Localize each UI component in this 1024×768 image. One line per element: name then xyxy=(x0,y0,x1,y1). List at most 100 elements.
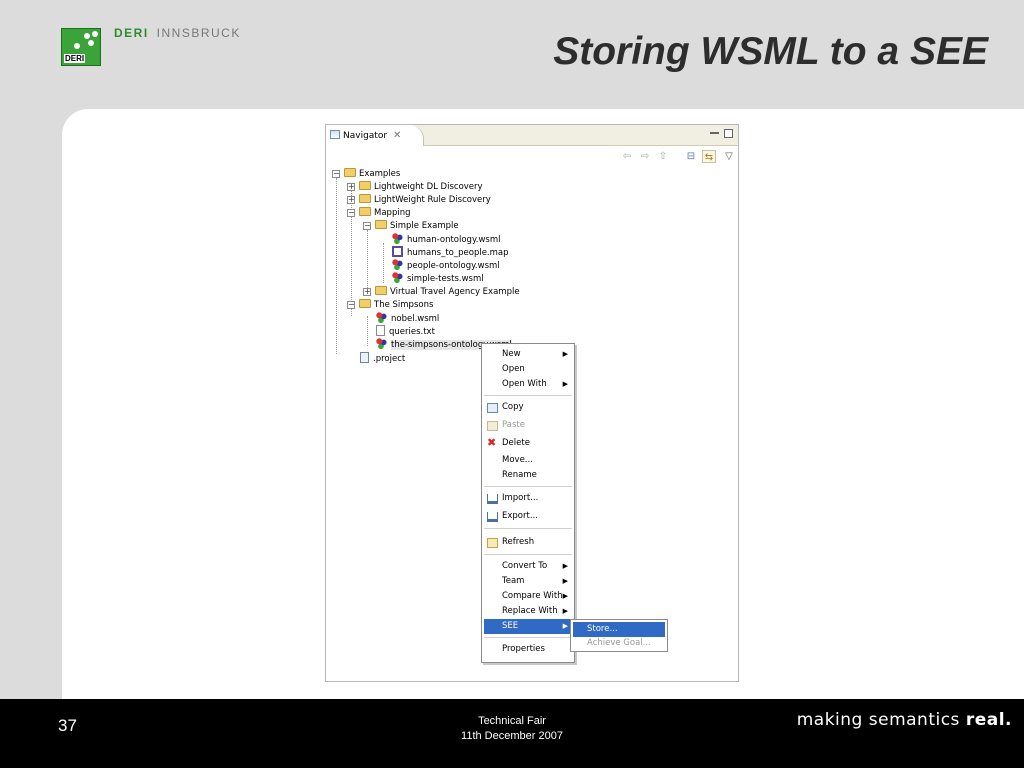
project-file-icon xyxy=(360,352,369,363)
collapse-icon[interactable]: − xyxy=(347,301,355,309)
tree-item-human-ontology[interactable]: human-ontology.wsml xyxy=(392,233,501,246)
tree-item-simple-example[interactable]: − Simple Example xyxy=(363,220,459,233)
refresh-icon xyxy=(487,538,498,548)
wsml-file-icon xyxy=(376,338,387,349)
tree-item-the-simpsons[interactable]: − The Simpsons xyxy=(347,299,433,312)
menu-item-open-with[interactable]: Open With ▶ xyxy=(484,377,572,392)
menu-item-replace-with[interactable]: Replace With ▶ xyxy=(484,604,572,619)
tagline: making semantics real. xyxy=(797,710,1012,730)
expand-icon[interactable]: + xyxy=(363,288,371,296)
tree-item-humans-to-people-map[interactable]: humans_to_people.map xyxy=(392,246,509,259)
org-primary: DERI xyxy=(114,26,149,40)
tree-item-examples[interactable]: − Examples xyxy=(332,168,400,181)
menu-item-new[interactable]: New ▶ xyxy=(484,347,572,362)
collapse-icon[interactable]: − xyxy=(363,222,371,230)
slide: DERI DERI INNSBRUCK Storing WSML to a SEE… xyxy=(0,0,1024,768)
menu-item-paste[interactable]: Paste xyxy=(484,418,572,433)
context-menu: New ▶ Open Open With ▶ Copy Paste ✖ Delete … xyxy=(481,343,575,663)
folder-icon xyxy=(375,286,387,295)
menu-item-refresh[interactable]: Refresh xyxy=(484,535,572,550)
tagline-prefix: making semantics xyxy=(796,710,960,730)
submenu-arrow-icon: ▶ xyxy=(562,607,568,615)
tab-navigator-label: Navigator xyxy=(343,131,388,141)
export-icon xyxy=(487,512,498,522)
menu-item-team[interactable]: Team ▶ xyxy=(484,574,572,589)
menu-item-achieve-goal[interactable]: Achieve Goal... xyxy=(573,636,665,651)
menu-separator xyxy=(484,637,572,638)
project-icon xyxy=(344,168,356,177)
tree-item-people-ontology[interactable]: people-ontology.wsml xyxy=(392,259,500,272)
wsml-file-icon xyxy=(392,272,403,283)
close-icon[interactable]: ✕ xyxy=(393,130,401,141)
link-with-editor-icon[interactable]: ⇆ xyxy=(702,150,716,163)
deri-logo: DERI xyxy=(61,28,101,66)
expand-icon[interactable]: + xyxy=(347,196,355,204)
back-icon[interactable]: ⇦ xyxy=(620,150,634,163)
navigator-screenshot: Navigator ✕ ⇦ ⇨ ⇧ ⊟ ⇆ ▽ − Examples + Lig… xyxy=(325,124,739,682)
menu-item-compare-with[interactable]: Compare With ▶ xyxy=(484,589,572,604)
view-toolbar: ⇦ ⇨ ⇧ ⊟ ⇆ ▽ xyxy=(326,146,738,168)
tab-navigator[interactable]: Navigator ✕ xyxy=(326,125,424,146)
collapse-icon[interactable]: − xyxy=(332,170,340,178)
tagline-emphasis: real. xyxy=(965,710,1012,730)
collapse-icon[interactable]: − xyxy=(347,209,355,217)
tree-item-project-file[interactable]: .project xyxy=(360,352,405,365)
menu-item-rename[interactable]: Rename xyxy=(484,468,572,483)
menu-item-move[interactable]: Move... xyxy=(484,453,572,468)
up-icon[interactable]: ⇧ xyxy=(656,150,670,163)
menu-separator xyxy=(484,486,572,487)
footer-bar: 37 Technical Fair 11th December 2007 mak… xyxy=(0,699,1024,768)
logo-text: DERI xyxy=(64,54,86,63)
folder-open-icon xyxy=(359,207,371,216)
folder-open-icon xyxy=(375,220,387,229)
tree-item-simple-tests[interactable]: simple-tests.wsml xyxy=(392,272,484,285)
menu-separator xyxy=(484,554,572,555)
import-icon xyxy=(487,494,498,504)
folder-open-icon xyxy=(359,299,371,308)
text-file-icon xyxy=(376,325,385,336)
collapse-all-icon[interactable]: ⊟ xyxy=(684,150,698,163)
org-secondary: INNSBRUCK xyxy=(156,26,241,40)
submenu-arrow-icon: ▶ xyxy=(562,380,568,388)
menu-item-export[interactable]: Export... xyxy=(484,509,572,524)
menu-item-delete[interactable]: ✖ Delete xyxy=(484,436,572,451)
slide-title: Storing WSML to a SEE xyxy=(553,30,988,73)
tree-item-virtual-travel-agency[interactable]: + Virtual Travel Agency Example xyxy=(363,286,520,299)
navigator-icon xyxy=(330,130,340,139)
organization-name: DERI INNSBRUCK xyxy=(114,26,241,40)
submenu-arrow-icon: ▶ xyxy=(562,562,568,570)
minimize-icon[interactable] xyxy=(710,132,719,134)
submenu-arrow-icon: ▶ xyxy=(562,577,568,585)
paste-icon xyxy=(487,421,498,431)
view-menu-icon[interactable]: ▽ xyxy=(722,150,736,163)
wsml-file-icon xyxy=(376,312,387,323)
menu-separator xyxy=(484,528,572,529)
menu-item-import[interactable]: Import... xyxy=(484,491,572,506)
copy-icon xyxy=(487,403,498,413)
menu-item-store[interactable]: Store... xyxy=(573,622,665,637)
submenu-arrow-icon: ▶ xyxy=(562,592,568,600)
submenu-arrow-icon: ▶ xyxy=(562,350,568,358)
tree-item-lightweight-dl-discovery[interactable]: + Lightweight DL Discovery xyxy=(347,181,483,194)
submenu-arrow-icon: ▶ xyxy=(562,622,568,630)
event-date: 11th December 2007 xyxy=(461,730,563,742)
folder-icon xyxy=(359,194,371,203)
forward-icon[interactable]: ⇨ xyxy=(638,150,652,163)
tree-item-lightweight-rule-discovery[interactable]: + LightWeight Rule Discovery xyxy=(347,194,491,207)
menu-item-see[interactable]: SEE ▶ xyxy=(484,619,572,634)
view-tab-bar: Navigator ✕ xyxy=(326,125,738,146)
tree-item-queries[interactable]: queries.txt xyxy=(376,325,435,338)
menu-item-copy[interactable]: Copy xyxy=(484,400,572,415)
expand-icon[interactable]: + xyxy=(347,183,355,191)
tree-item-mapping[interactable]: − Mapping xyxy=(347,207,410,220)
mapping-file-icon xyxy=(392,246,403,257)
tree-item-nobel[interactable]: nobel.wsml xyxy=(376,312,439,325)
menu-item-convert-to[interactable]: Convert To ▶ xyxy=(484,559,572,574)
menu-item-properties[interactable]: Properties xyxy=(484,642,572,657)
maximize-icon[interactable] xyxy=(724,129,733,138)
menu-item-open[interactable]: Open xyxy=(484,362,572,377)
delete-icon: ✖ xyxy=(487,436,497,449)
see-submenu: Store... Achieve Goal... xyxy=(570,619,668,652)
wsml-file-icon xyxy=(392,259,403,270)
folder-icon xyxy=(359,181,371,190)
